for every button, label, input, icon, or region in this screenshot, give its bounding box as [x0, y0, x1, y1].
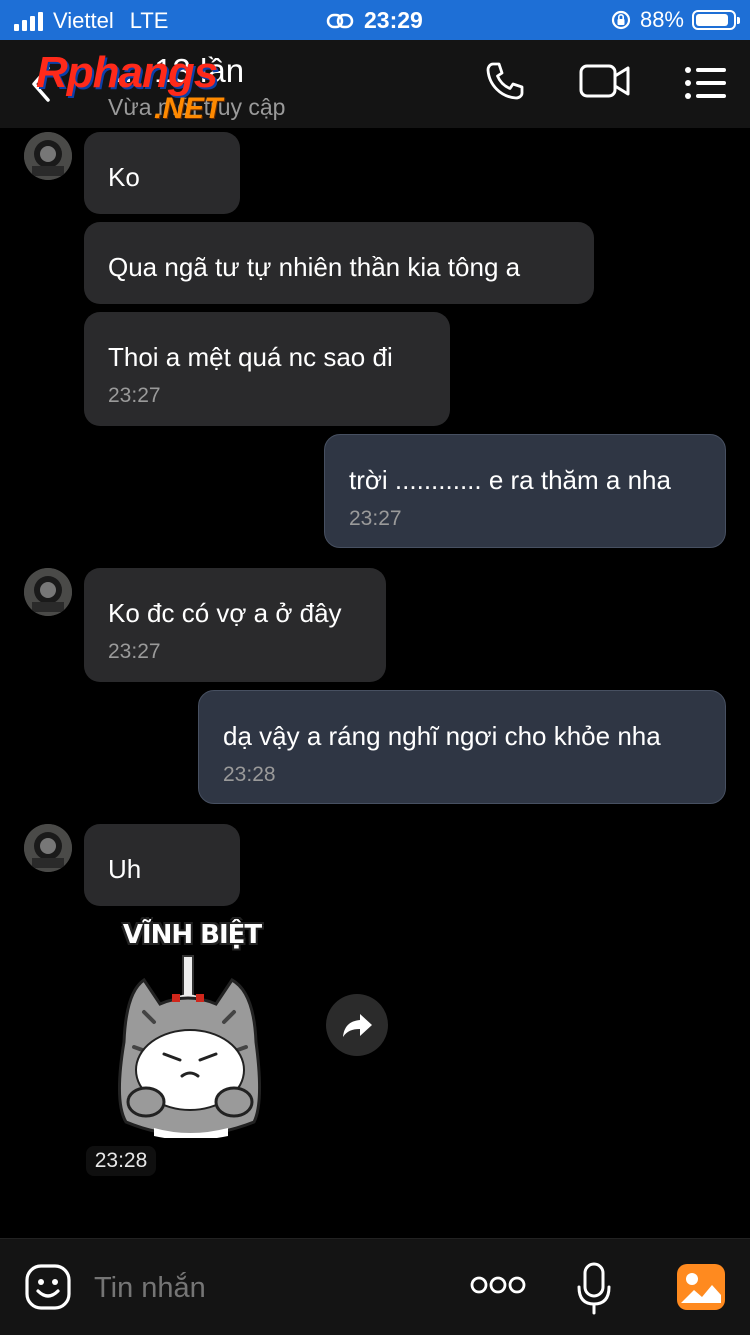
sticker-caption: VĨNH BIỆT: [122, 920, 262, 950]
more-options-icon[interactable]: [470, 1275, 526, 1295]
avatar[interactable]: [24, 568, 72, 616]
status-bar: Viettel LTE 23:29 88%: [0, 0, 750, 40]
avatar[interactable]: [24, 824, 72, 872]
watermark-text: Rphangs: [36, 48, 218, 97]
battery-icon: [692, 10, 740, 30]
message-time: 23:27: [108, 640, 161, 663]
battery-percent: 88%: [639, 7, 684, 32]
message-time: 23:27: [349, 507, 402, 530]
microphone-icon[interactable]: [576, 1261, 612, 1315]
message-text: dạ vậy a ráng nghĩ ngơi cho khỏe nha: [223, 721, 661, 751]
chat-header: … 13 lần Vừa mới truy cập Rphangs .NET: [0, 40, 750, 128]
message-input-bar: [0, 1238, 750, 1335]
watermark-suffix: .NET: [154, 92, 223, 125]
message-bubble-outgoing[interactable]: trời ............ e ra thăm a nha 23:27: [324, 434, 726, 548]
menu-icon[interactable]: [684, 66, 728, 100]
message-bubble-outgoing[interactable]: dạ vậy a ráng nghĩ ngơi cho khỏe nha 23:…: [198, 690, 726, 804]
message-bubble-incoming[interactable]: Thoi a mệt quá nc sao đi 23:27: [84, 312, 450, 426]
contact-avatar-icon: [24, 132, 72, 180]
contact-avatar-icon: [24, 824, 72, 872]
video-call-icon[interactable]: [578, 60, 632, 102]
clock: 23:29: [364, 7, 423, 33]
message-time: 23:28: [223, 763, 276, 786]
carrier-label: Viettel: [53, 8, 114, 33]
image-gallery-icon[interactable]: [676, 1263, 726, 1311]
message-text: Uh: [108, 854, 142, 884]
forward-icon: [343, 1014, 372, 1037]
rotation-lock-icon: [611, 10, 631, 30]
message-bubble-incoming[interactable]: Ko đc có vợ a ở đây 23:27: [84, 568, 386, 682]
phone-call-icon[interactable]: [484, 60, 526, 102]
message-text: Ko đc có vợ a ở đây: [108, 598, 342, 628]
network-label: LTE: [129, 8, 169, 33]
message-text: Thoi a mệt quá nc sao đi: [108, 342, 393, 372]
message-text: Ko: [108, 162, 140, 192]
link-icon: [326, 13, 354, 28]
message-bubble-incoming[interactable]: Uh: [84, 824, 240, 906]
message-bubble-incoming[interactable]: Qua ngã tư tự nhiên thần kia tông a: [84, 222, 594, 304]
contact-avatar-icon: [24, 568, 72, 616]
cat-sticker-image: [118, 955, 262, 1138]
avatar[interactable]: [24, 132, 72, 180]
message-input[interactable]: [92, 1265, 436, 1311]
emoji-icon[interactable]: [24, 1263, 72, 1311]
signal-icon: [14, 11, 43, 31]
sticker-time: 23:28: [86, 1146, 156, 1176]
message-time: 23:27: [108, 384, 161, 407]
watermark-logo: Rphangs .NET: [36, 48, 276, 132]
message-text: trời ............ e ra thăm a nha: [349, 465, 671, 495]
message-bubble-incoming[interactable]: Ko: [84, 132, 240, 214]
forward-button[interactable]: [326, 994, 388, 1056]
sticker-message[interactable]: VĨNH BIỆT: [104, 916, 294, 1138]
message-text: Qua ngã tư tự nhiên thần kia tông a: [108, 252, 521, 282]
